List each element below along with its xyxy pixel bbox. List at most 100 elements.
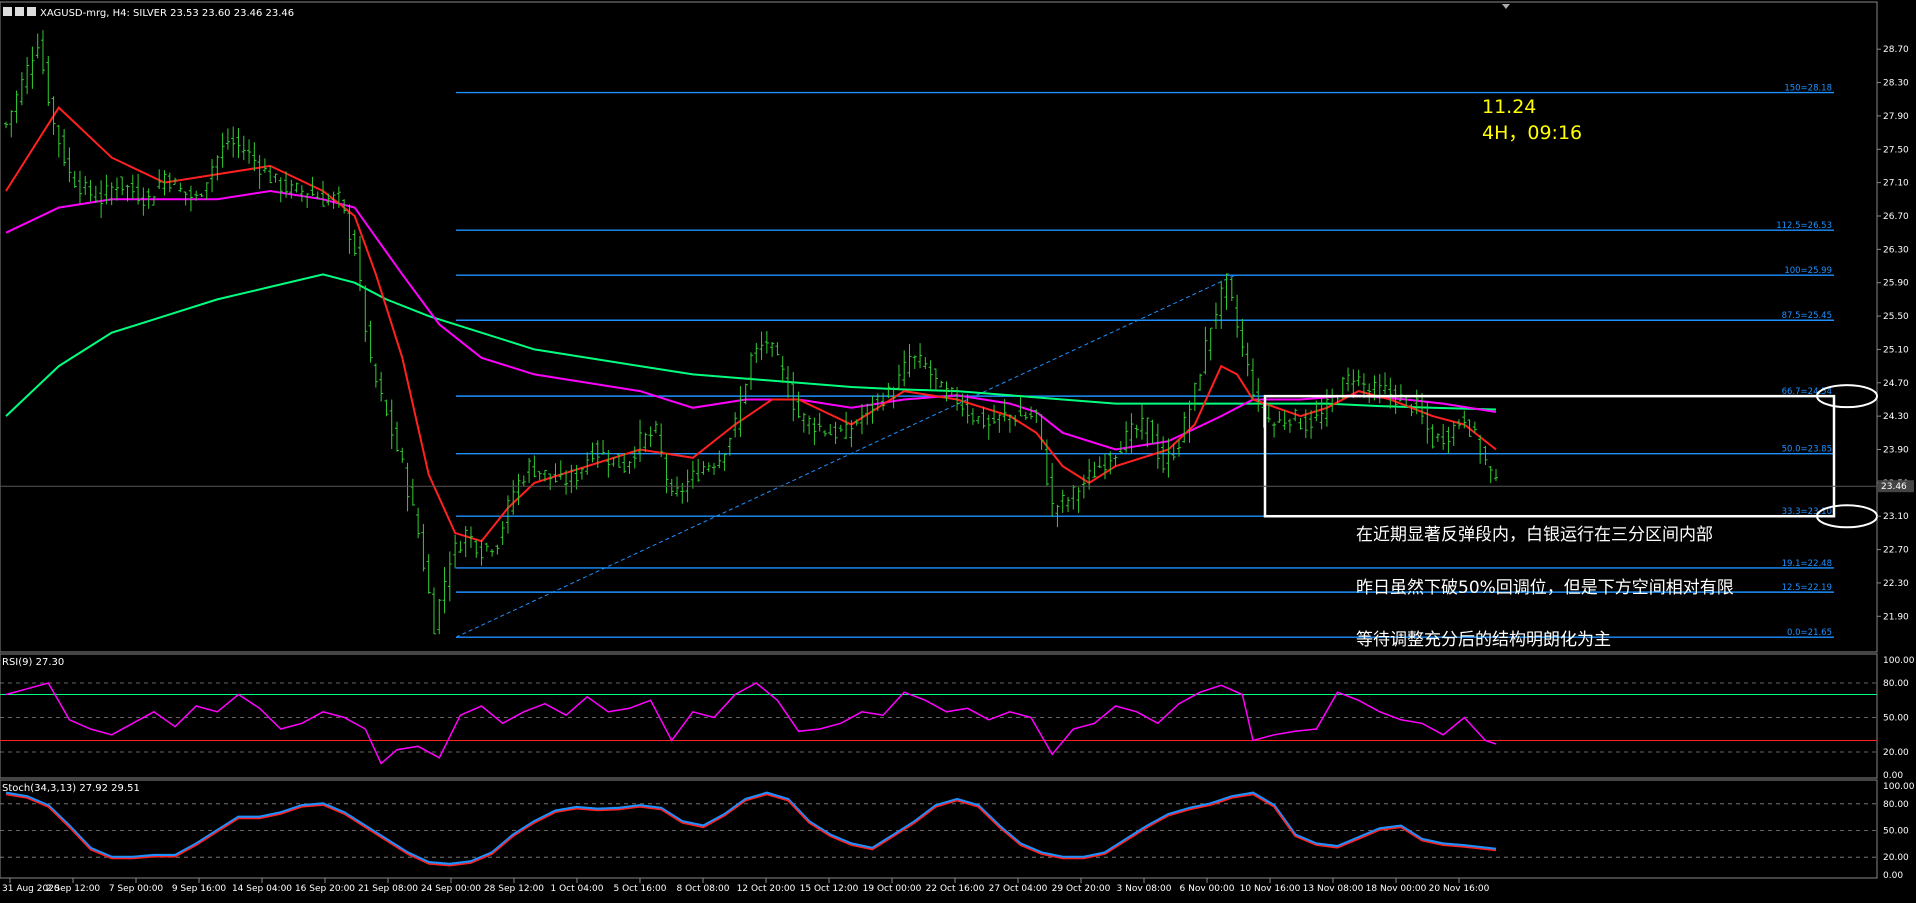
price-bar [447,551,452,602]
price-bar [490,549,495,557]
price-bar [1420,393,1425,425]
price-bar [1044,439,1049,486]
annotation-1: 在近期显著反弹段内，白银运行在三分区间内部 [1356,525,1713,545]
price-tick-label: 28.70 [1883,45,1909,55]
price-bar [907,343,912,378]
price-bar [141,187,146,216]
stoch-tick-label: 50.00 [1883,827,1909,837]
time-tick-label: 22 Oct 16:00 [926,884,985,894]
window-icon[interactable] [3,7,12,16]
price-tick-label: 27.10 [1883,179,1909,189]
time-tick-label: 24 Sep 00:00 [421,884,481,894]
price-bar [696,458,701,482]
price-bar [215,155,220,181]
price-bar [1139,403,1144,440]
price-bar [484,542,489,552]
price-bar [1029,406,1034,420]
price-bar [1208,327,1213,361]
price-bar [289,179,294,199]
price-bar [1377,374,1382,404]
price-bar [1388,377,1393,409]
price-bar [817,412,822,432]
price-bar [1446,426,1451,454]
price-bar [30,46,35,89]
price-bar [965,394,970,424]
price-bar [421,524,426,572]
price-bar [257,155,262,190]
price-bar [1451,421,1456,447]
price-bar [1383,372,1388,395]
price-bar [151,195,156,206]
price-bar [495,544,500,555]
fib-trend-line [455,274,1236,638]
chart-window[interactable]: 150=28.18 112.5=26.53 100=25.99 87.5=25.45 6… [0,0,1916,899]
window-icon[interactable] [27,7,36,16]
price-tick-label: 24.70 [1883,379,1909,389]
price-bar [1050,463,1055,517]
price-bar [294,182,299,193]
stoch-tick-label: 20.00 [1883,853,1909,863]
price-bar [754,342,759,363]
price-bar [1182,411,1187,443]
price-bar [358,235,363,292]
price-bar [653,420,658,434]
price-bar [1192,382,1197,412]
price-bar [273,173,278,183]
price-bar [500,521,505,546]
time-tick-label: 5 Oct 16:00 [614,884,667,894]
fib-level-label: 0.0=21.65 [1787,628,1832,638]
price-bar [67,147,72,183]
price-bar [72,170,77,188]
price-bar [1282,410,1287,430]
price-bar [648,426,653,448]
price-bar [833,421,838,444]
time-axis: 31 Aug 20202 Sep 12:00 7 Sep 00:00 9 Sep 1… [2,878,1490,894]
price-bar [321,180,326,207]
price-bar [463,526,468,558]
fib-level-label: 12.5=22.19 [1782,583,1832,593]
price-bar [912,355,917,370]
price-bar [1113,455,1118,467]
ma-slow-line [5,273,1497,417]
price-bar [114,177,119,201]
price-bar [537,471,542,481]
price-chart[interactable]: 150=28.18 112.5=26.53 100=25.99 87.5=25.45 6… [0,0,1916,899]
window-icons[interactable] [3,7,36,16]
price-bar [1198,373,1203,391]
stoch-tick-label: 0.00 [1883,871,1903,881]
price-bar [231,126,236,158]
price-bar [1023,411,1028,420]
price-bar [738,386,743,437]
price-tick-label: 24.30 [1883,412,1909,422]
price-bar [690,460,695,489]
price-bar [1298,418,1303,430]
price-bar [558,460,563,480]
price-bar [1488,466,1493,484]
price-bar [352,229,357,256]
price-tick-label: 25.50 [1883,312,1909,322]
price-tick-label: 26.70 [1883,212,1909,222]
price-bar [368,320,373,363]
price-bar [992,404,997,424]
window-icon[interactable] [15,7,24,16]
price-bar [405,462,410,512]
price-bar [706,462,711,472]
price-bar [505,495,510,534]
time-tick-label: 13 Nov 08:00 [1303,884,1364,894]
price-bar [669,478,674,497]
price-bar [532,455,537,478]
price-bar [1409,403,1414,417]
price-bar [468,526,473,548]
price-bar [394,421,399,452]
fib-level-label: 100=25.99 [1784,266,1832,276]
price-bar [35,33,40,59]
price-bar [579,467,584,480]
price-bar [727,437,732,456]
price-tick-label: 21.90 [1883,612,1909,622]
price-tick-label: 23.90 [1883,446,1909,456]
fib-level-label: 50.0=23.85 [1782,445,1832,455]
note-date: 11.24 [1482,96,1537,118]
scroll-marker-icon[interactable] [1502,4,1510,9]
price-bar [1203,326,1208,375]
main-panel [0,1,1878,653]
